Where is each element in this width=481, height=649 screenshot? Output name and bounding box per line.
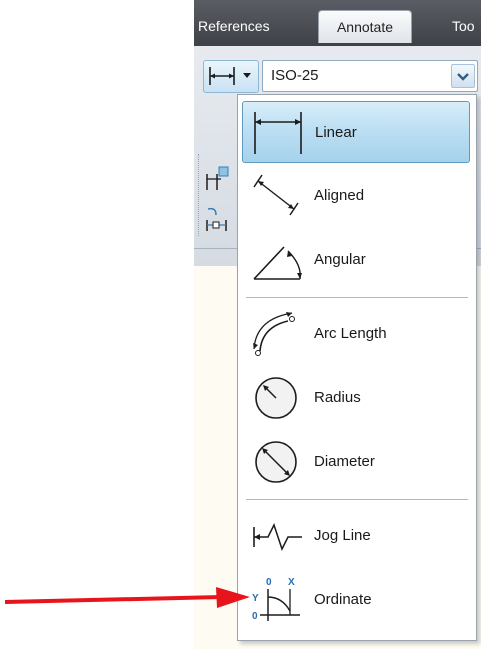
aligned-dimension-icon [253, 174, 299, 216]
dropdown-button[interactable] [451, 64, 475, 88]
svg-text:X: X [288, 577, 295, 588]
menu-item-label: Diameter [314, 453, 375, 470]
menu-item-angular[interactable]: Angular [242, 229, 470, 291]
continue-dimension-icon[interactable] [204, 166, 230, 192]
menu-item-radius[interactable]: Radius [242, 367, 470, 429]
menu-item-label: Linear [315, 124, 357, 141]
menu-item-linear[interactable]: Linear [242, 101, 470, 163]
menu-item-label: Angular [314, 251, 366, 268]
dimension-style-value: ISO-25 [271, 67, 319, 84]
tab-annotate[interactable]: Annotate [318, 10, 412, 43]
menu-item-label: Ordinate [314, 591, 372, 608]
linear-dimension-icon [254, 112, 302, 154]
chevron-down-icon [457, 73, 469, 81]
tab-tools[interactable]: Too [452, 12, 475, 40]
annotation-arrow [4, 587, 250, 608]
linear-dimension-icon [209, 67, 235, 85]
dimension-type-menu: Linear Aligned Angular Arc Length Radius… [237, 94, 477, 641]
angular-dimension-icon [253, 246, 302, 280]
dimension-style-select[interactable]: ISO-25 [262, 60, 478, 92]
diameter-icon [255, 441, 297, 483]
radius-icon [255, 377, 297, 419]
quick-dimension-icon[interactable] [204, 206, 230, 232]
tab-references[interactable]: References [198, 12, 270, 40]
menu-item-ordinate[interactable]: 0 X Y 0 Ordinate [242, 569, 470, 631]
arc-length-icon [253, 312, 295, 356]
menu-item-diameter[interactable]: Diameter [242, 431, 470, 493]
menu-item-arc-length[interactable]: Arc Length [242, 303, 470, 365]
menu-item-label: Jog Line [314, 527, 371, 544]
dimension-split-button[interactable] [203, 60, 259, 93]
svg-text:0: 0 [266, 577, 272, 588]
chevron-down-icon[interactable] [242, 72, 252, 80]
ribbon-tab-bar: References Annotate Too [194, 0, 481, 46]
menu-divider [246, 499, 468, 500]
menu-item-aligned[interactable]: Aligned [242, 165, 470, 227]
menu-item-label: Arc Length [314, 325, 387, 342]
menu-item-label: Aligned [314, 187, 365, 204]
menu-item-label: Radius [314, 389, 361, 406]
menu-divider [246, 297, 468, 298]
menu-item-jog-line[interactable]: Jog Line [242, 505, 470, 567]
jog-line-icon [253, 523, 302, 551]
